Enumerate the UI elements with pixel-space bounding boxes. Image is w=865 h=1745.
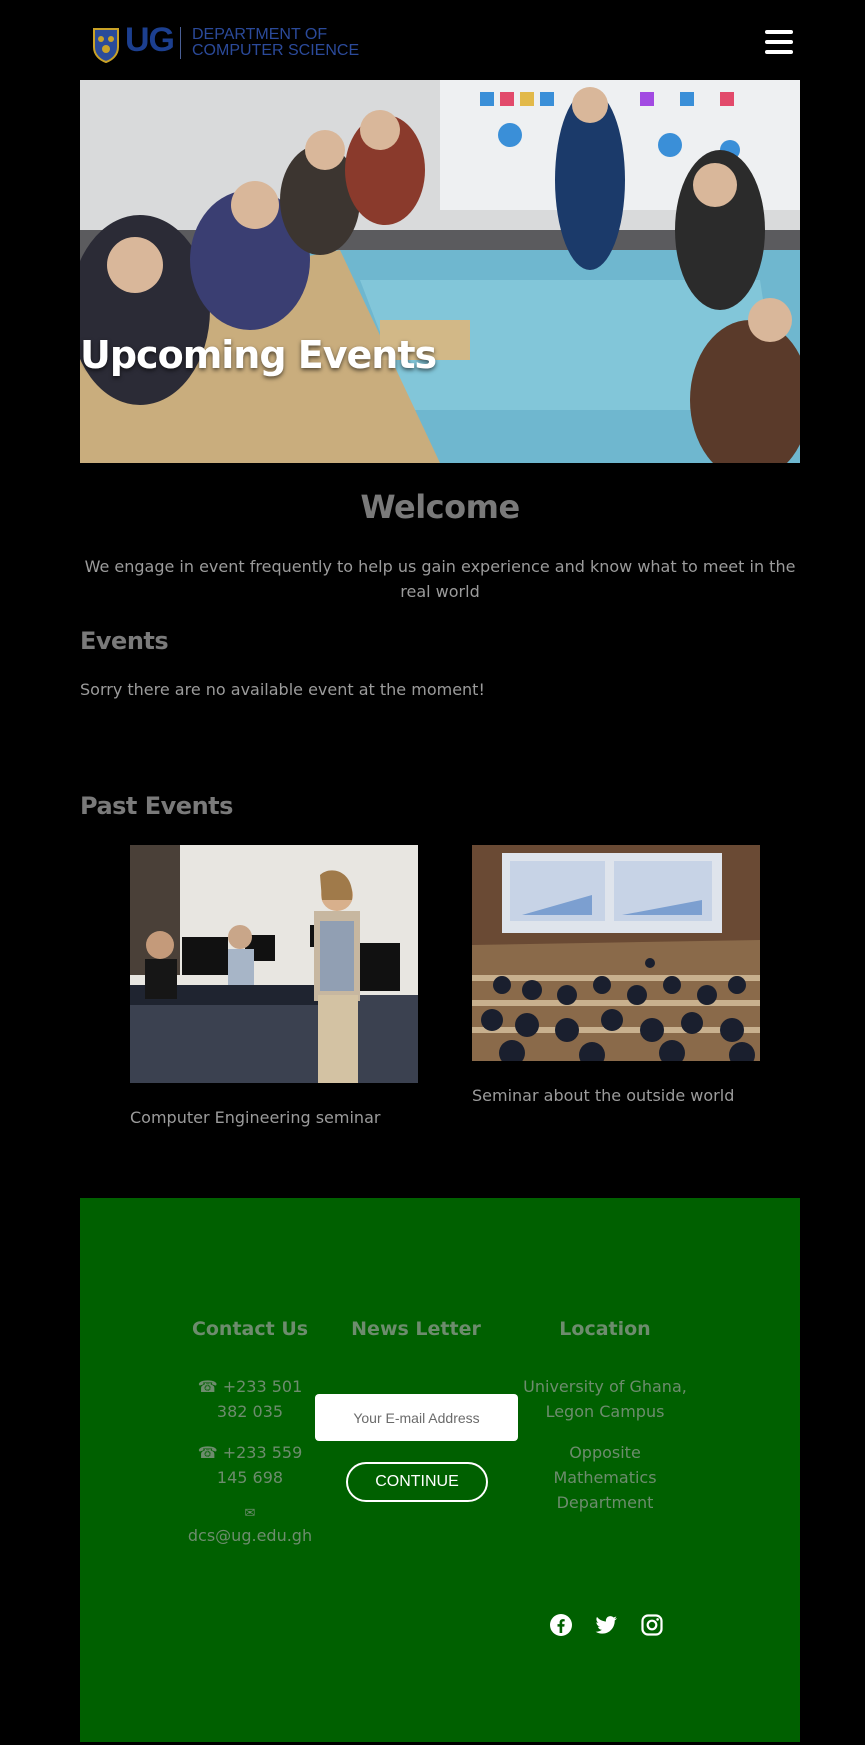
past-event-caption: Seminar about the outside world	[472, 1086, 735, 1105]
logo-dept-line-2: COMPUTER SCIENCE	[192, 42, 360, 59]
hero-title: Upcoming Events	[80, 333, 437, 377]
location-line-1: University of Ghana, Legon Campus	[523, 1377, 687, 1421]
seminar-photo-2	[472, 845, 760, 1061]
seminar-photo-1	[130, 845, 418, 1083]
hamburger-menu-icon[interactable]	[765, 30, 793, 56]
facebook-icon[interactable]	[549, 1613, 573, 1637]
phone-1-text: +233 501 382 035	[216, 1377, 303, 1421]
continue-button[interactable]: CONTINUE	[346, 1462, 488, 1502]
welcome-text: We engage in event frequently to help us…	[84, 557, 796, 601]
twitter-icon[interactable]	[594, 1613, 618, 1637]
newsletter-email-input[interactable]	[315, 1394, 518, 1441]
location-title: Location	[559, 1318, 651, 1340]
location-line-2: Opposite Mathematics Department	[553, 1443, 657, 1512]
classroom-photo	[80, 80, 800, 463]
instagram-icon[interactable]	[640, 1613, 664, 1637]
contact-phone-1[interactable]: ☎ +233 501 382 035	[180, 1374, 320, 1424]
phone-icon: ☎	[197, 1377, 218, 1396]
logo-department-text: DEPARTMENT OF COMPUTER SCIENCE	[192, 27, 359, 59]
email-text: dcs@ug.edu.gh	[187, 1526, 313, 1545]
newsletter-title: News Letter	[351, 1318, 481, 1340]
past-event-image[interactable]	[130, 845, 418, 1083]
logo-ug-text: UG	[125, 21, 175, 59]
contact-email[interactable]: ✉ dcs@ug.edu.gh	[180, 1505, 320, 1548]
past-event-caption: Computer Engineering seminar	[130, 1108, 381, 1127]
ug-crest-icon	[93, 28, 119, 63]
welcome-title: Welcome	[360, 488, 520, 526]
past-events-title: Past Events	[80, 792, 233, 820]
phone-icon: ☎	[197, 1443, 218, 1462]
contact-title: Contact Us	[191, 1318, 309, 1340]
hero-image	[80, 80, 800, 463]
logo-dept-line-1: DEPARTMENT OF	[192, 26, 328, 43]
events-empty-message: Sorry there are no available event at th…	[80, 680, 485, 699]
contact-phone-2[interactable]: ☎ +233 559 145 698	[180, 1440, 320, 1490]
logo-divider	[180, 27, 181, 59]
phone-2-text: +233 559 145 698	[216, 1443, 303, 1487]
past-event-image[interactable]	[472, 845, 760, 1061]
events-title: Events	[80, 627, 169, 655]
mail-icon: ✉	[244, 1506, 256, 1521]
